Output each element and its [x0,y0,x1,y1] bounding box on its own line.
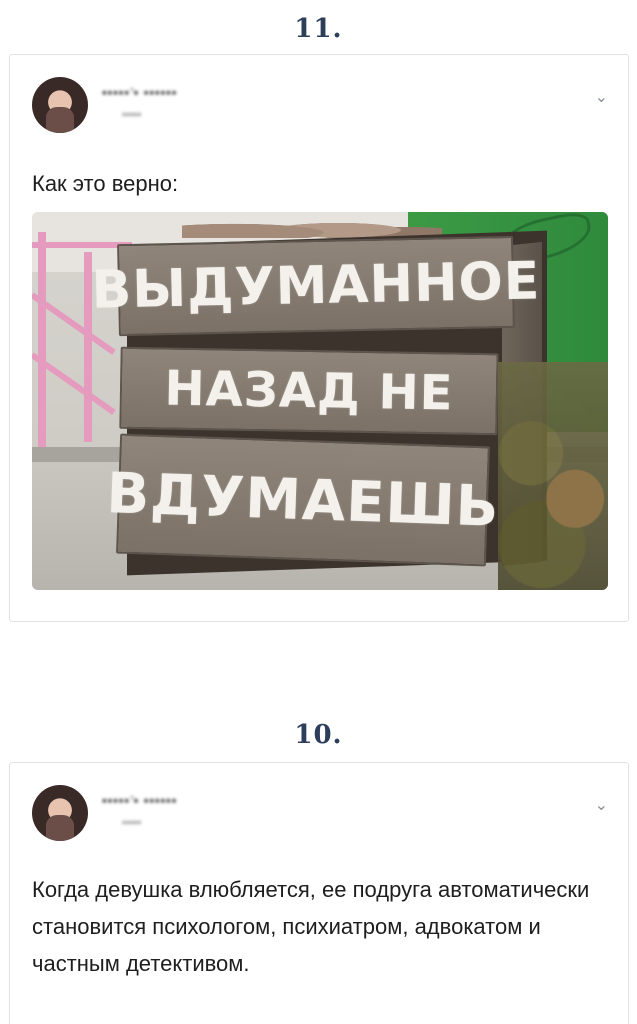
avatar[interactable] [32,785,88,841]
tweet-card: •••••’• •••••• ••••• ⌄ Как это верно: ВЫ… [9,54,629,622]
post-number: 10. [294,720,343,750]
tweet-photo[interactable]: ВЫДУМАННОЕ НАЗАД НЕ ВДУМАЕШЬ [32,212,608,590]
tweet-card: •••••’• •••••• ••••• ⌄ Когда девушка влю… [9,762,629,1024]
tweet-text: Как это верно: [32,171,179,196]
sign-line: НАЗАД НЕ [119,346,499,436]
author-handle[interactable]: ••••• [122,109,141,121]
bush [498,362,608,590]
avatar[interactable] [32,77,88,133]
tweet-text: Когда девушка влюбляется, ее подруга авт… [32,877,590,976]
weeds [182,212,442,238]
author-name[interactable]: •••••’• •••••• [102,85,177,100]
tweet-header: •••••’• •••••• ••••• ⌄ [32,785,628,843]
sign-line: ВДУМАЕШЬ [106,433,500,567]
post-number: 11. [294,14,343,44]
tweet-header: •••••’• •••••• ••••• ⌄ [32,77,628,135]
author-handle[interactable]: ••••• [122,817,141,829]
chevron-down-icon[interactable]: ⌄ [595,87,608,107]
author-name[interactable]: •••••’• •••••• [102,793,177,808]
chevron-down-icon[interactable]: ⌄ [595,795,608,815]
sign-line: ВЫДУМАННОЕ [91,235,541,337]
